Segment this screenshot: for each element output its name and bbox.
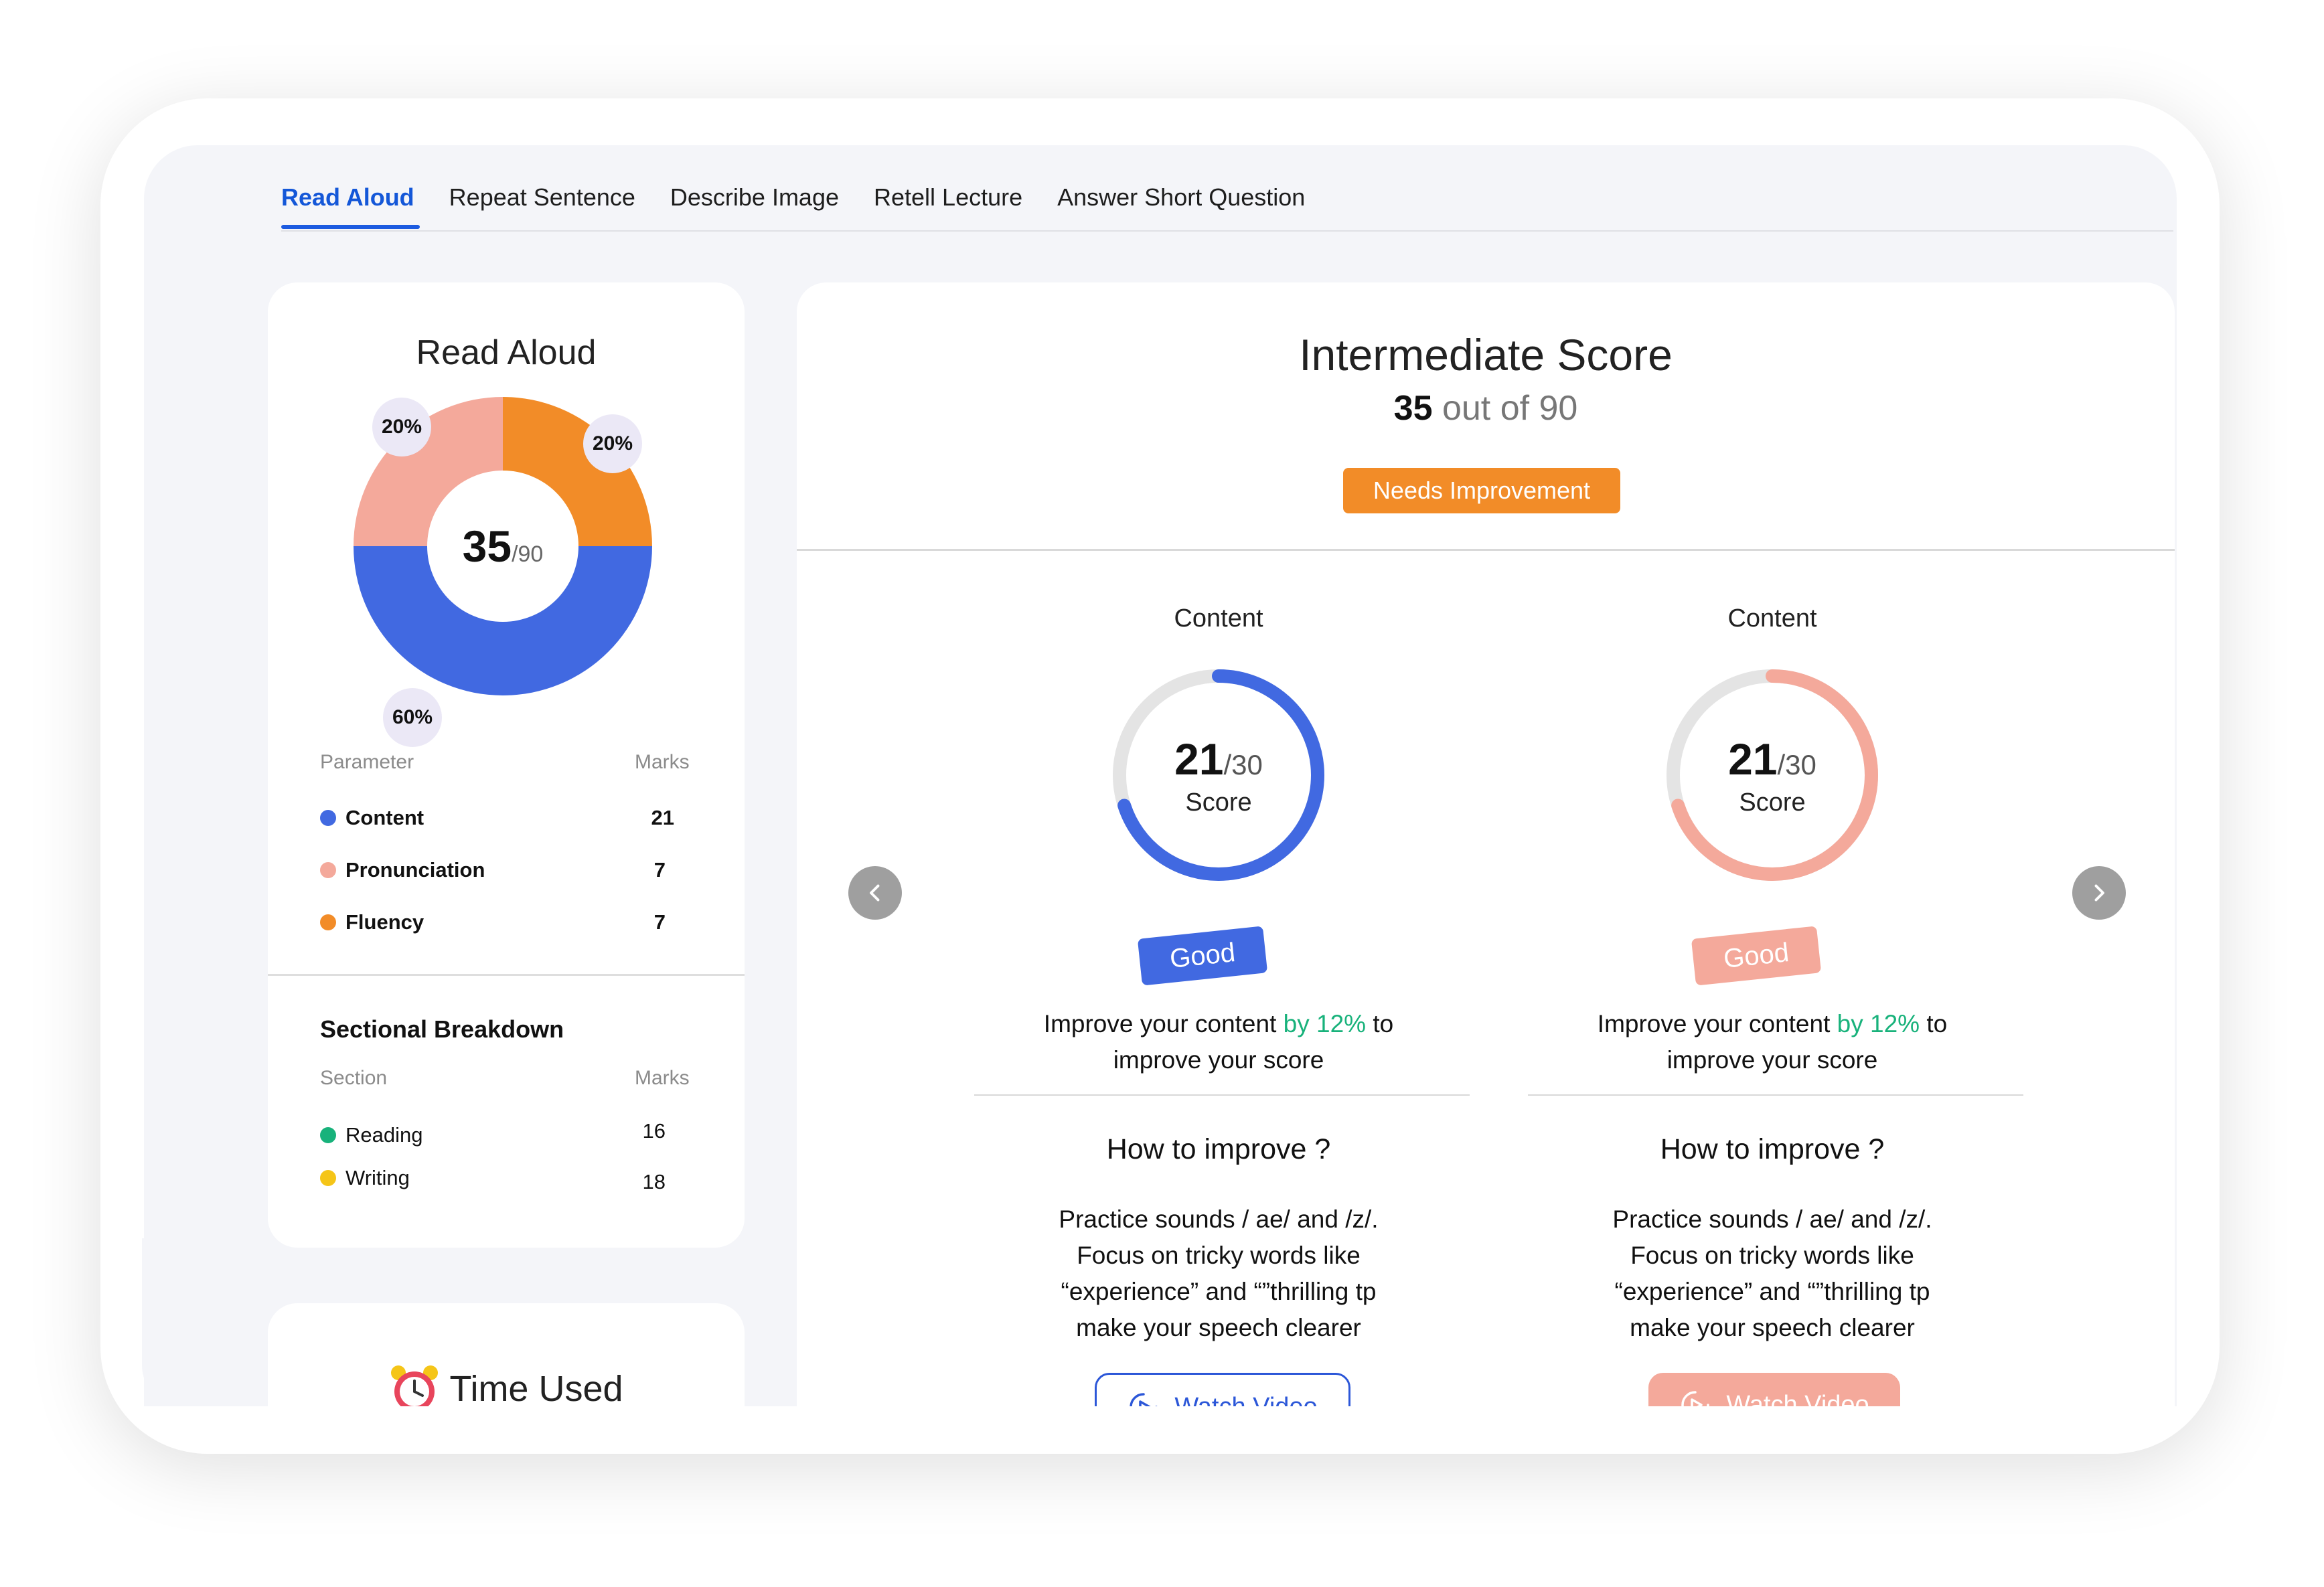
ring-score-value: 21 [1728, 734, 1778, 784]
score-title: Intermediate Score [1299, 330, 1673, 380]
ring-score-total: /30 [1223, 748, 1263, 780]
parameter-header: Parameter [320, 751, 414, 773]
content-percent-label: 60% [383, 688, 442, 747]
time-used-heading: Time Used [268, 1363, 745, 1406]
play-circle-icon [1681, 1391, 1710, 1406]
improve-text: Improve your content by 12% to improve y… [1511, 1006, 2033, 1078]
param-row-content: Content [320, 806, 424, 830]
tip-line: “experience” and “”thrilling tp [1061, 1278, 1377, 1305]
tab-divider [281, 230, 2173, 232]
status-badge: Needs Improvement [1343, 468, 1620, 513]
next-arrow-button[interactable] [2072, 866, 2126, 920]
param-label: Fluency [345, 910, 424, 934]
improve-text-line2: improve your score [1667, 1046, 1878, 1074]
column-title: Content [1174, 604, 1263, 633]
section-label: Writing [345, 1166, 410, 1189]
section-value: 16 [642, 1119, 666, 1143]
param-value: 21 [651, 806, 674, 829]
watch-video-label: Watch Video [1174, 1393, 1317, 1407]
tab-retell-lecture[interactable]: Retell Lecture [874, 183, 1022, 229]
fluency-percent-label: 20% [583, 414, 642, 473]
tip-line: Focus on tricky words like [1630, 1242, 1914, 1269]
param-value: 7 [653, 910, 666, 934]
chevron-left-icon [870, 884, 880, 902]
good-tag: Good [1137, 926, 1268, 986]
improve-text-post: to [1920, 1010, 1948, 1037]
improve-text-line2: improve your score [1113, 1046, 1324, 1074]
prev-arrow-button[interactable] [848, 866, 902, 920]
play-circle-icon [1130, 1393, 1158, 1406]
sectional-breakdown-title: Sectional Breakdown [320, 1015, 564, 1043]
section-value: 18 [642, 1170, 666, 1193]
improve-text-pre: Improve your content [1043, 1010, 1284, 1037]
score-column-content-1: Content 21/30 Score Good Improve your co… [957, 551, 1480, 1406]
param-label: Content [345, 806, 424, 829]
tab-repeat-sentence[interactable]: Repeat Sentence [449, 183, 635, 229]
param-label: Pronunciation [345, 858, 485, 882]
card-divider [268, 974, 745, 976]
score-subtitle: 35 out of 90 [797, 388, 2175, 428]
ring-center: 21/30 Score [1105, 661, 1332, 889]
legend-dot [320, 810, 336, 826]
tip-line: make your speech clearer [1630, 1314, 1915, 1341]
legend-dot [320, 862, 336, 878]
ring-score-value: 21 [1174, 734, 1224, 784]
time-used-card: Time Used [268, 1303, 745, 1406]
tab-describe-image[interactable]: Describe Image [670, 183, 839, 229]
column-divider [1528, 1094, 2023, 1096]
chevron-right-icon [2094, 884, 2104, 902]
tab-bar: Read Aloud Repeat Sentence Describe Imag… [281, 183, 1340, 229]
card-title: Read Aloud [416, 333, 597, 372]
improve-text-pre: Improve your content [1597, 1010, 1837, 1037]
donut-total: /90 [512, 541, 544, 567]
good-tag: Good [1691, 926, 1822, 986]
improve-text-post: to [1366, 1010, 1394, 1037]
ring-score-total: /30 [1777, 748, 1816, 780]
pronunciation-percent-label: 20% [372, 398, 431, 456]
tab-answer-short-question[interactable]: Answer Short Question [1057, 183, 1305, 229]
column-divider [974, 1094, 1470, 1096]
legend-dot [320, 914, 336, 930]
alarm-clock-icon [391, 1365, 439, 1406]
overall-out-of: out of 90 [1442, 389, 1578, 428]
section-marks-header: Marks [635, 1067, 690, 1089]
score-column-content-2: Content 21/30 Score Good Improve your co… [1511, 551, 2033, 1406]
improvement-tips: Practice sounds / ae/ and /z/. Focus on … [957, 1201, 1480, 1346]
param-row-fluency: Fluency [320, 910, 424, 934]
param-row-pronunciation: Pronunciation [320, 858, 485, 882]
param-value: 7 [653, 858, 666, 882]
tip-line: “experience” and “”thrilling tp [1614, 1278, 1930, 1305]
marks-header: Marks [635, 751, 690, 773]
tip-line: Practice sounds / ae/ and /z/. [1059, 1205, 1379, 1233]
improve-text: Improve your content by 12% to improve y… [957, 1006, 1480, 1078]
intermediate-score-card: Intermediate Score 35 out of 90 Needs Im… [797, 282, 2175, 1406]
overall-score: 35 [1393, 389, 1433, 428]
app-screen: Read Aloud Repeat Sentence Describe Imag… [144, 145, 2177, 1406]
improve-highlight: by 12% [1283, 1010, 1367, 1037]
tip-line: Focus on tricky words like [1077, 1242, 1361, 1269]
improve-highlight: by 12% [1837, 1010, 1920, 1037]
ring-center: 21/30 Score [1658, 661, 1886, 889]
how-to-improve-title: How to improve ? [1660, 1133, 1885, 1165]
column-title: Content [1727, 604, 1817, 633]
section-row-reading: Reading [320, 1123, 422, 1147]
donut-score: 35 [462, 521, 512, 571]
section-header: Section [320, 1067, 388, 1089]
read-aloud-summary-card: Read Aloud 35/90 20% 60% 20% Parameter M… [268, 282, 745, 1248]
tip-line: Practice sounds / ae/ and /z/. [1612, 1205, 1932, 1233]
section-label: Reading [345, 1123, 423, 1147]
watch-video-label: Watch Video [1726, 1390, 1869, 1407]
how-to-improve-title: How to improve ? [1106, 1133, 1331, 1165]
watch-video-button[interactable]: Watch Video [1095, 1373, 1350, 1406]
ring-score-label: Score [1739, 788, 1806, 817]
ring-score-label: Score [1185, 788, 1252, 817]
time-used-title: Time Used [449, 1369, 623, 1406]
improvement-tips: Practice sounds / ae/ and /z/. Focus on … [1511, 1201, 2033, 1346]
watch-video-button[interactable]: Watch Video [1648, 1373, 1900, 1406]
tab-read-aloud[interactable]: Read Aloud [281, 183, 420, 229]
tip-line: make your speech clearer [1076, 1314, 1361, 1341]
legend-dot [320, 1170, 336, 1186]
section-row-writing: Writing [320, 1166, 410, 1190]
legend-dot [320, 1127, 336, 1143]
